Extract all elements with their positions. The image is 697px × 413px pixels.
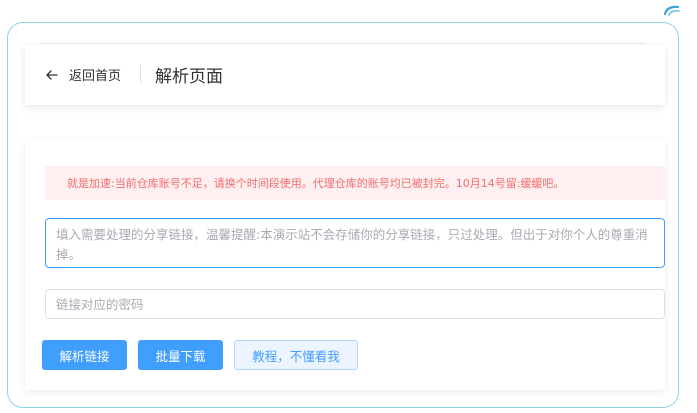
alert-text: 就是加速:当前仓库账号不足，请换个时间段使用。代理仓库的账号均已被封完。10月1…	[67, 177, 565, 190]
link-password-input[interactable]	[45, 289, 665, 319]
arrow-left-icon	[46, 69, 58, 80]
back-home-button[interactable]: 返回首页	[45, 65, 121, 84]
batch-download-button[interactable]: 批量下载	[138, 340, 223, 370]
parse-form-card: 就是加速:当前仓库账号不足，请换个时间段使用。代理仓库的账号均已被封完。10月1…	[25, 140, 665, 390]
share-link-input[interactable]	[45, 218, 665, 268]
back-home-label: 返回首页	[69, 69, 122, 84]
tutorial-button[interactable]: 教程，不懂看我	[234, 340, 358, 370]
page-header: 返回首页 解析页面	[25, 45, 665, 105]
top-divider	[40, 43, 644, 44]
parse-link-button[interactable]: 解析链接	[42, 340, 127, 370]
warning-alert: 就是加速:当前仓库账号不足，请换个时间段使用。代理仓库的账号均已被封完。10月1…	[45, 166, 665, 200]
page-title: 解析页面	[155, 67, 223, 87]
header-divider	[140, 65, 141, 83]
brand-swirl-icon	[664, 5, 680, 16]
